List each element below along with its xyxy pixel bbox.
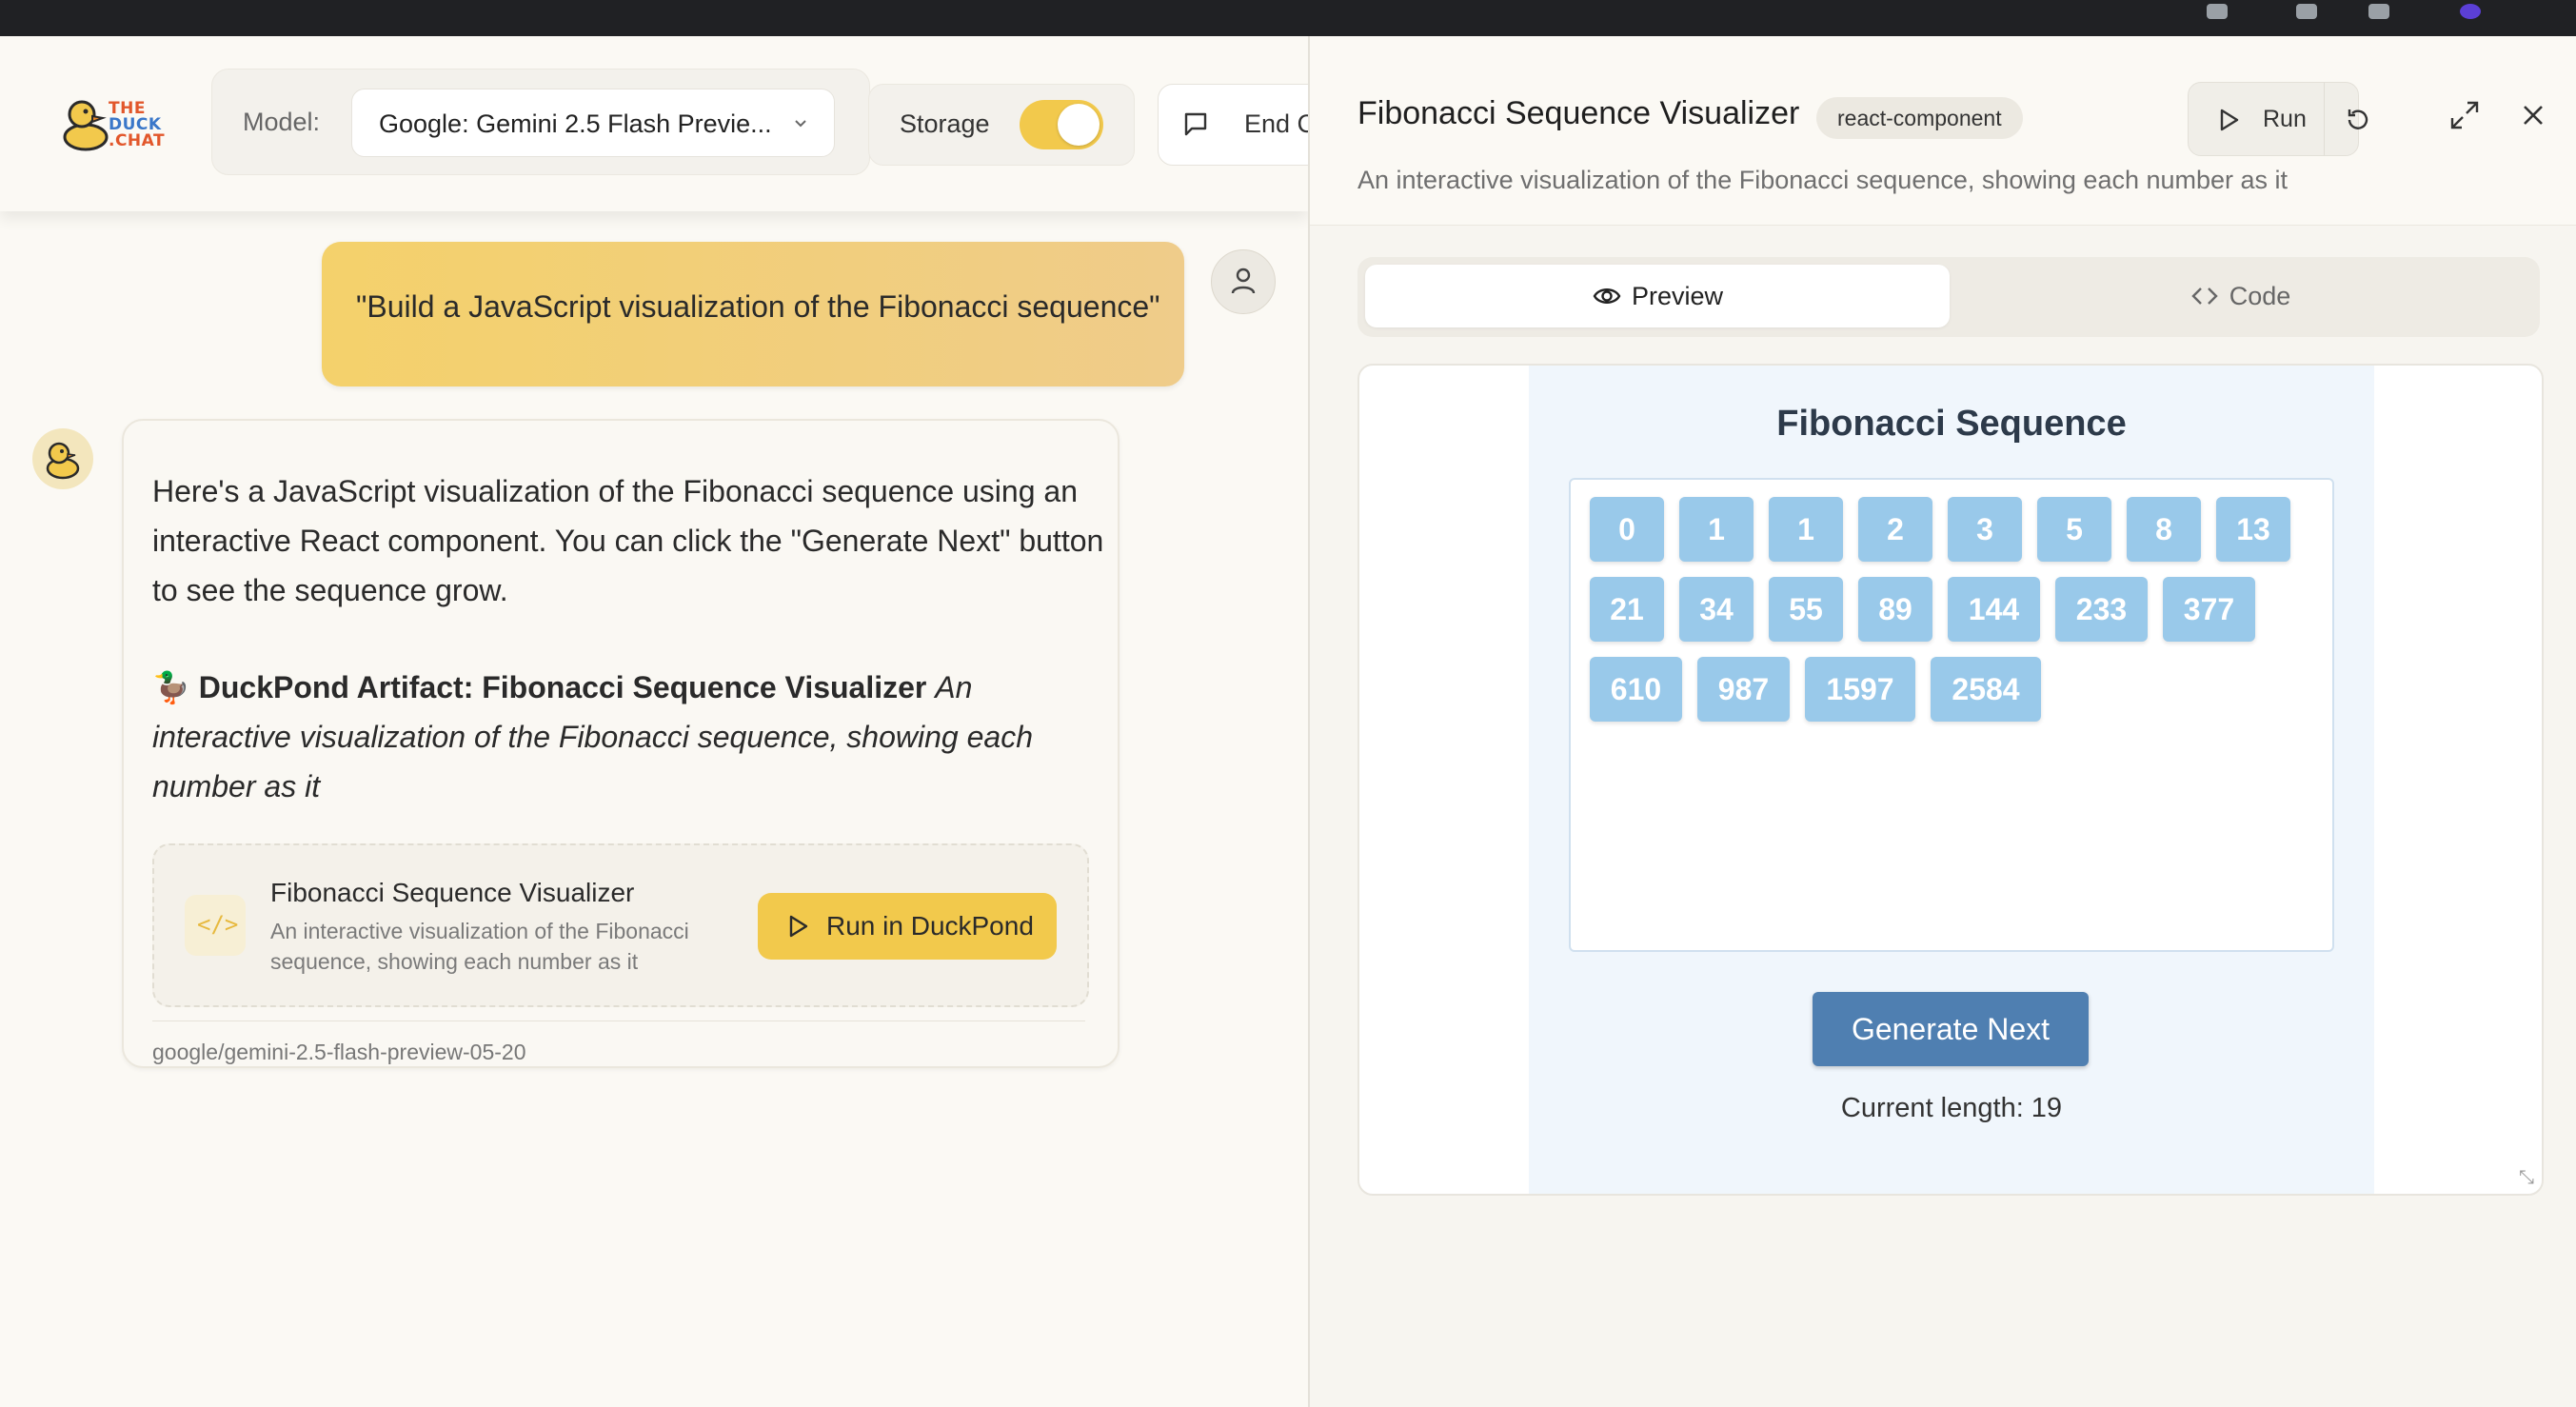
fibonacci-title: Fibonacci Sequence — [1776, 404, 2127, 444]
user-message: "Build a JavaScript visualization of the… — [322, 242, 1184, 386]
fibonacci-number-tile: 1 — [1769, 497, 1843, 562]
artifact-heading: DuckPond Artifact: Fibonacci Sequence Vi… — [198, 670, 927, 704]
assistant-intro-text: Here's a JavaScript visualization of the… — [152, 474, 1104, 607]
fibonacci-number-tile: 233 — [2055, 577, 2148, 642]
logo-wordmark: THE DUCK .CHAT — [109, 99, 166, 150]
play-icon — [2220, 109, 2239, 131]
user-message-text: "Build a JavaScript visualization of the… — [356, 289, 1160, 324]
storage-control: Storage — [868, 84, 1135, 166]
artifact-panel-subtitle: An interactive visualization of the Fibo… — [1357, 166, 2289, 194]
model-id-footer: google/gemini-2.5-flash-preview-05-20 — [152, 1040, 526, 1064]
run-label: Run — [2263, 106, 2307, 132]
run-in-duckpond-label: Run in DuckPond — [826, 911, 1034, 941]
current-length-label: Current length: 19 — [1840, 1093, 2063, 1123]
fibonacci-number-tile: 144 — [1948, 577, 2040, 642]
star-icon[interactable] — [2207, 4, 2228, 19]
fibonacci-number-tile: 1 — [1679, 497, 1754, 562]
model-selector-group: Model: Google: Gemini 2.5 Flash Previe..… — [211, 69, 870, 175]
browser-toolbar — [0, 0, 2576, 36]
close-icon[interactable] — [2519, 101, 2547, 129]
preview-frame: Fibonacci Sequence 0 1 1 2 3 5 8 13 21 34 55 89 144 2… — [1357, 364, 2544, 1196]
fibonacci-number-tile: 2584 — [1931, 657, 2041, 722]
artifact-card: </> Fibonacci Sequence Visualizer An int… — [152, 843, 1089, 1007]
end-chat-button[interactable]: End C — [1158, 84, 1308, 166]
tab-code[interactable]: Code — [1948, 265, 2532, 327]
storage-label: Storage — [900, 109, 990, 138]
message-square-icon — [1184, 112, 1207, 136]
duck-logo-icon — [63, 100, 109, 151]
fibonacci-number-tile: 1597 — [1805, 657, 1915, 722]
extension-icon[interactable] — [2296, 4, 2317, 19]
fibonacci-number-tile: 5 — [2037, 497, 2111, 562]
profile-icon[interactable] — [2460, 4, 2481, 19]
artifact-heading-paragraph: 🦆 DuckPond Artifact: Fibonacci Sequence … — [152, 663, 1104, 811]
chevron-down-icon — [795, 120, 806, 128]
fibonacci-number-tile: 8 — [2127, 497, 2201, 562]
assistant-avatar — [32, 428, 93, 489]
window-icon[interactable] — [2368, 4, 2389, 19]
artifact-panel: Fibonacci Sequence Visualizer react-comp… — [1308, 36, 2576, 1407]
refresh-icon — [2348, 109, 2368, 129]
fibonacci-number-tile: 2 — [1858, 497, 1932, 562]
model-value: Google: Gemini 2.5 Flash Previe... — [379, 109, 772, 138]
fibonacci-number-tile: 89 — [1858, 577, 1932, 642]
run-in-duckpond-button[interactable]: Run in DuckPond — [758, 893, 1057, 960]
eye-icon — [1593, 288, 1621, 304]
sequence-container: 0 1 1 2 3 5 8 13 21 34 55 89 144 233 377 610 987 1597 2584 — [1569, 478, 2334, 952]
fibonacci-app: Fibonacci Sequence 0 1 1 2 3 5 8 13 21 34 55 89 144 2… — [1529, 366, 2374, 1194]
tab-code-label: Code — [2229, 281, 2291, 310]
duck-emoji-icon: 🦆 — [152, 670, 190, 704]
chat-header: THE DUCK .CHAT Model: Google: Gemini 2.5… — [0, 36, 1308, 211]
play-icon — [789, 915, 808, 938]
fibonacci-number-tile: 610 — [1590, 657, 1682, 722]
tab-preview[interactable]: Preview — [1365, 265, 1950, 327]
generate-next-button[interactable]: Generate Next — [1813, 992, 2089, 1066]
artifact-panel-title: Fibonacci Sequence Visualizer — [1357, 95, 1800, 131]
model-dropdown[interactable]: Google: Gemini 2.5 Flash Previe... — [351, 89, 835, 157]
tab-preview-label: Preview — [1631, 281, 1724, 310]
refresh-button[interactable] — [2324, 83, 2391, 155]
artifact-card-title: Fibonacci Sequence Visualizer — [270, 878, 635, 907]
chat-pane: THE DUCK .CHAT Model: Google: Gemini 2.5… — [0, 36, 1308, 1407]
view-tabs: Preview Code — [1357, 257, 2540, 337]
storage-toggle[interactable] — [1020, 100, 1103, 149]
model-label: Model: — [243, 108, 321, 136]
run-controls: Run — [2188, 82, 2368, 156]
duck-avatar-icon — [46, 442, 80, 480]
fibonacci-number-tile: 377 — [2163, 577, 2255, 642]
fibonacci-number-tile: 13 — [2216, 497, 2290, 562]
fibonacci-number-tile: 21 — [1590, 577, 1664, 642]
fibonacci-number-tile: 55 — [1769, 577, 1843, 642]
code-icon: </> — [185, 895, 246, 956]
fibonacci-number-tile: 987 — [1697, 657, 1790, 722]
end-chat-label: End C — [1244, 109, 1308, 138]
app-logo[interactable]: THE DUCK .CHAT — [61, 95, 166, 187]
toggle-knob — [1058, 104, 1100, 146]
artifact-type-badge: react-component — [1816, 97, 2023, 139]
user-avatar — [1211, 249, 1276, 314]
fibonacci-number-tile: 34 — [1679, 577, 1754, 642]
user-icon — [1231, 268, 1256, 294]
resize-handle-icon[interactable]: ⤡ — [2519, 1165, 2534, 1188]
fibonacci-number-tile: 0 — [1590, 497, 1664, 562]
code-brackets-icon — [2191, 287, 2218, 305]
artifact-card-description: An interactive visualization of the Fibo… — [270, 919, 689, 974]
fibonacci-number-tile: 3 — [1948, 497, 2022, 562]
assistant-message: Here's a JavaScript visualization of the… — [122, 419, 1120, 1068]
run-button[interactable]: Run — [2189, 83, 2322, 155]
expand-icon[interactable] — [2448, 99, 2481, 131]
artifact-panel-header: Fibonacci Sequence Visualizer react-comp… — [1310, 36, 2576, 226]
